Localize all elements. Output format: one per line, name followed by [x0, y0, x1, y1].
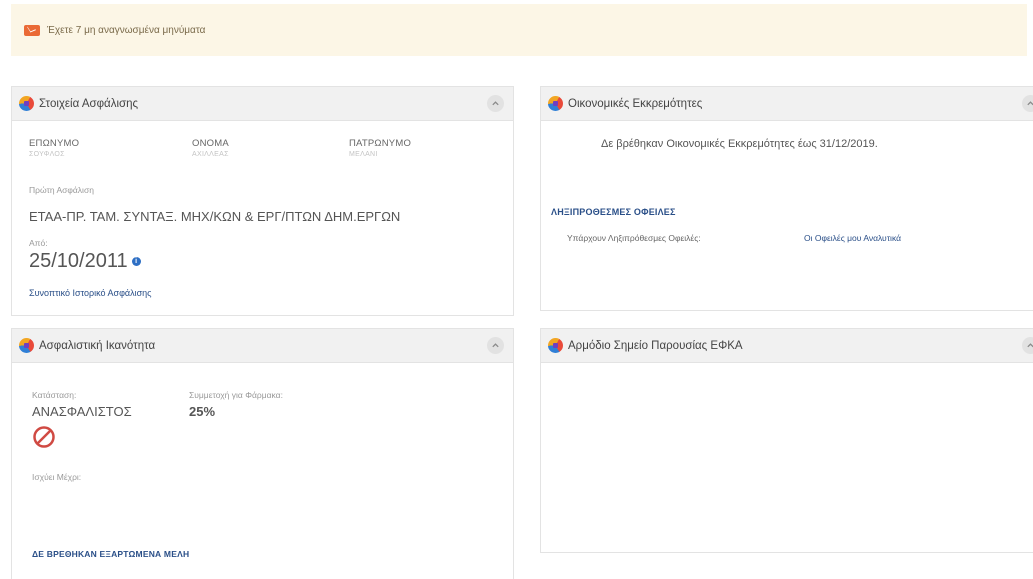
panel-title: Οικονομικές Εκκρεμότητες — [568, 97, 703, 110]
efka-logo-icon — [548, 96, 563, 111]
info-icon[interactable]: i — [131, 257, 141, 267]
alert-text[interactable]: Έχετε 7 μη αναγνωσμένα μηνύματα — [47, 25, 205, 36]
name-value: ΑΧΙΛΛΕΑΣ — [192, 151, 229, 158]
prohibited-icon — [32, 425, 56, 449]
father-name-value: ΜΕΛΑΝΙ — [349, 151, 378, 158]
overdue-label: Υπάρχουν Ληξιπρόθεσμες Οφειλές: — [567, 233, 701, 243]
efka-logo-icon — [19, 96, 34, 111]
valid-until-label: Ισχύει Μέχρι: — [32, 472, 82, 482]
surname-field: ΕΠΩΝΥΜΟ ΣΟΥΦΛΟΣ — [29, 138, 79, 158]
surname-label: ΕΠΩΝΥΜΟ — [29, 138, 80, 149]
panel-title: Ασφαλιστική Ικανότητα — [39, 339, 156, 352]
name-field: ΟΝΟΜΑ ΑΧΙΛΛΕΑΣ — [192, 138, 229, 158]
insurance-capacity-panel: Ασφαλιστική Ικανότητα Κατάσταση: ΑΝΑΣΦΑΛ… — [11, 328, 514, 579]
panel-header: Ασφαλιστική Ικανότητα — [12, 329, 513, 363]
no-dependents-text: ΔΕ ΒΡΕΘΗΚΑΝ ΕΞΑΡΤΩΜΕΝΑ ΜΕΛΗ — [32, 549, 190, 559]
panel-header: Στοιχεία Ασφάλισης — [12, 87, 513, 121]
medicine-contribution-value: 25% — [189, 404, 216, 419]
from-label: Από: — [29, 238, 48, 248]
collapse-button[interactable] — [487, 337, 504, 354]
father-name-field: ΠΑΤΡΩΝΥΜΟ ΜΕΛΑΝΙ — [349, 138, 411, 158]
surname-value: ΣΟΥΦΛΟΣ — [29, 151, 65, 158]
name-label: ΟΝΟΜΑ — [192, 138, 229, 149]
envelope-icon — [24, 24, 40, 36]
chevron-up-icon — [1027, 343, 1033, 348]
chevron-up-icon — [492, 101, 499, 106]
unread-messages-alert[interactable]: Έχετε 7 μη αναγνωσμένα μηνύματα — [11, 4, 1027, 56]
from-date: 25/10/2011 — [29, 250, 128, 272]
efka-service-point-panel: Αρμόδιο Σημείο Παρουσίας ΕΦΚΑ — [540, 328, 1033, 553]
first-insurance-value: ΕΤΑΑ-ΠΡ. ΤΑΜ. ΣΥΝΤΑΞ. ΜΗΧ/ΚΩΝ & ΕΡΓ/ΠΤΩΝ… — [29, 209, 401, 224]
panel-header: Οικονομικές Εκκρεμότητες — [541, 87, 1033, 121]
no-pending-message: Δε βρέθηκαν Οικονομικές Εκκρεμότητες έως… — [601, 138, 878, 150]
insurance-details-panel: Στοιχεία Ασφάλισης ΕΠΩΝΥΜΟ ΣΟΥΦΛΟΣ ΟΝΟΜΑ… — [11, 86, 514, 316]
status-value: ΑΝΑΣΦΑΛΙΣΤΟΣ — [32, 404, 132, 419]
efka-logo-icon — [548, 338, 563, 353]
panel-header: Αρμόδιο Σημείο Παρουσίας ΕΦΚΑ — [541, 329, 1033, 363]
chevron-up-icon — [492, 343, 499, 348]
medicine-contribution-label: Συμμετοχή για Φάρμακα: — [189, 390, 283, 400]
first-insurance-label: Πρώτη Ασφάλιση — [29, 185, 94, 195]
efka-logo-icon — [19, 338, 34, 353]
collapse-button[interactable] — [487, 95, 504, 112]
overdue-heading: ΛΗΞΙΠΡΟΘΕΣΜΕΣ ΟΦΕΙΛΕΣ — [551, 207, 676, 217]
panel-title: Στοιχεία Ασφάλισης — [39, 97, 139, 110]
panel-title: Αρμόδιο Σημείο Παρουσίας ΕΦΚΑ — [568, 339, 743, 352]
status-label: Κατάσταση: — [32, 390, 77, 400]
my-debts-detailed-link[interactable]: Οι Οφειλές μου Αναλυτικά — [804, 233, 901, 243]
father-name-label: ΠΑΤΡΩΝΥΜΟ — [349, 138, 412, 149]
collapse-button[interactable] — [1022, 337, 1033, 354]
collapse-button[interactable] — [1022, 95, 1033, 112]
insurance-history-link[interactable]: Συνοπτικό Ιστορικό Ασφάλισης — [29, 288, 152, 298]
chevron-up-icon — [1027, 101, 1033, 106]
financial-pending-panel: Οικονομικές Εκκρεμότητες Δε βρέθηκαν Οικ… — [540, 86, 1033, 311]
from-date-row: 25/10/2011 i — [29, 250, 141, 273]
